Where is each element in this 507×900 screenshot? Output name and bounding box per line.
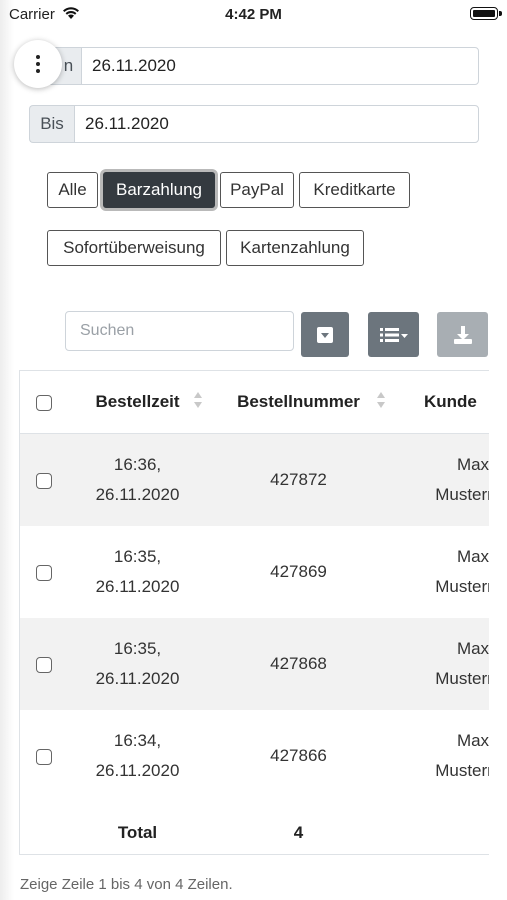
columns-dropdown-button[interactable]	[368, 312, 419, 357]
column-header-bestellnummer[interactable]: Bestellnummer	[207, 371, 390, 434]
download-icon	[453, 325, 473, 345]
drawer-shadow	[0, 0, 14, 900]
customer-cell: MaxMusterma	[390, 618, 489, 710]
orders-table: Bestellzeit Bestellnummer Kunde 16:36, 26…	[19, 370, 489, 855]
customer-cell: MaxMusterma	[435, 731, 489, 780]
order-number-cell: 427866	[270, 746, 327, 765]
toggle-view-button[interactable]	[301, 312, 349, 357]
customer-cell: MaxMusterma	[390, 433, 489, 526]
filter-kreditkarte-button[interactable]: Kreditkarte	[299, 172, 410, 208]
column-header-bestellzeit[interactable]: Bestellzeit	[68, 371, 207, 434]
sort-bestellzeit-icon[interactable]	[194, 392, 202, 408]
table-footer-row: Total 4	[20, 802, 489, 854]
row-checkbox[interactable]	[36, 656, 52, 673]
order-number-cell: 427869	[270, 562, 327, 581]
caret-square-down-icon	[316, 326, 334, 344]
search-input[interactable]	[65, 311, 294, 351]
order-time-cell: 16:36, 26.11.2020	[68, 433, 207, 526]
date-to-input[interactable]	[74, 105, 479, 143]
table-row[interactable]: 16:34,26.11.2020 427866 MaxMusterma	[20, 710, 489, 802]
list-columns-icon	[379, 327, 409, 343]
table-header-row: Bestellzeit Bestellnummer Kunde	[20, 371, 489, 434]
select-all-cell	[20, 371, 68, 434]
pagination-info: Zeige Zeile 1 bis 4 von 4 Zeilen.	[20, 876, 233, 893]
date-from-input[interactable]	[81, 47, 479, 85]
table-row[interactable]: 16:35,26.11.2020 427869 MaxMusterma	[20, 526, 489, 618]
more-vertical-icon	[36, 55, 40, 73]
sort-bestellnummer-icon[interactable]	[377, 392, 385, 408]
clock: 4:42 PM	[225, 6, 282, 23]
date-from-group: n	[29, 47, 479, 85]
table-row[interactable]: 16:35,26.11.2020 427868 MaxMusterma	[20, 618, 489, 710]
menu-button[interactable]	[14, 40, 62, 88]
row-checkbox[interactable]	[36, 472, 52, 489]
total-value: 4	[207, 802, 390, 854]
battery-icon	[470, 7, 502, 20]
filter-kartenzahlung-button[interactable]: Kartenzahlung	[226, 230, 364, 266]
select-all-checkbox[interactable]	[36, 394, 52, 411]
filter-alle-button[interactable]: Alle	[47, 172, 98, 208]
order-time-cell: 16:34, 26.11.2020	[95, 731, 180, 780]
filter-barzahlung-button[interactable]: Barzahlung	[103, 172, 215, 208]
order-time-cell: 16:35, 26.11.2020	[95, 547, 180, 596]
order-time-cell: 16:35, 26.11.2020	[68, 618, 207, 710]
total-label: Total	[68, 802, 207, 854]
date-to-label: Bis	[29, 105, 74, 143]
row-checkbox[interactable]	[36, 564, 52, 581]
order-number-cell: 427872	[207, 433, 390, 526]
filter-sofortueberweisung-button[interactable]: Sofortüberweisung	[47, 230, 221, 266]
table-row[interactable]: 16:36,26.11.2020 427872 MaxMusterma	[20, 433, 489, 526]
column-header-kunde[interactable]: Kunde	[390, 371, 489, 434]
row-checkbox[interactable]	[36, 748, 52, 765]
customer-cell: MaxMusterma	[435, 547, 489, 596]
order-number-cell: 427868	[207, 618, 390, 710]
export-button[interactable]	[437, 312, 488, 357]
filter-paypal-button[interactable]: PayPal	[220, 172, 294, 208]
status-bar: Carrier 4:42 PM	[0, 0, 507, 30]
date-to-group: Bis	[29, 105, 479, 143]
